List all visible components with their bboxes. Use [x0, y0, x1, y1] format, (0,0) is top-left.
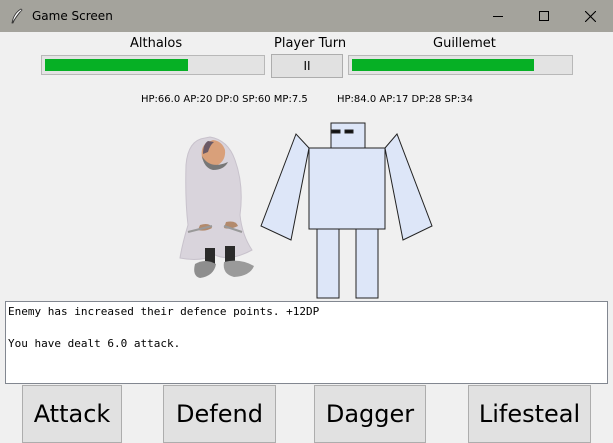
enemy-hp-fill	[352, 59, 534, 71]
log-line: You have dealt 6.0 attack.	[8, 337, 181, 350]
log-line: Enemy has increased their defence points…	[8, 305, 320, 318]
player-hp-bar	[41, 55, 265, 75]
battle-scene	[179, 122, 433, 299]
close-button[interactable]	[567, 0, 613, 32]
turn-label: Player Turn	[274, 36, 347, 51]
player-character	[179, 136, 254, 278]
attack-button[interactable]: Attack	[22, 385, 122, 443]
enemy-stats: HP:84.0 AP:17 DP:28 SP:34	[337, 94, 473, 105]
lifesteal-button[interactable]: Lifesteal	[468, 385, 591, 443]
close-icon	[584, 10, 596, 22]
player-stats: HP:66.0 AP:20 DP:0 SP:60 MP:7.5	[141, 94, 308, 105]
defend-button[interactable]: Defend	[163, 385, 276, 443]
dagger-button[interactable]: Dagger	[314, 385, 426, 443]
player-name: Althalos	[130, 36, 183, 51]
enemy-name: Guillemet	[433, 36, 496, 51]
window-title: Game Screen	[32, 9, 113, 23]
maximize-button[interactable]	[521, 0, 567, 32]
title-bar: Game Screen	[0, 0, 613, 32]
minimize-icon	[493, 16, 503, 17]
enemy-character	[260, 122, 433, 299]
maximize-icon	[539, 11, 549, 21]
feather-icon	[11, 8, 23, 24]
player-hp-fill	[45, 59, 188, 71]
minimize-button[interactable]	[475, 0, 521, 32]
enemy-hp-bar	[348, 55, 573, 75]
pause-button[interactable]: II	[271, 54, 343, 78]
battle-log[interactable]: Enemy has increased their defence points…	[5, 301, 608, 384]
